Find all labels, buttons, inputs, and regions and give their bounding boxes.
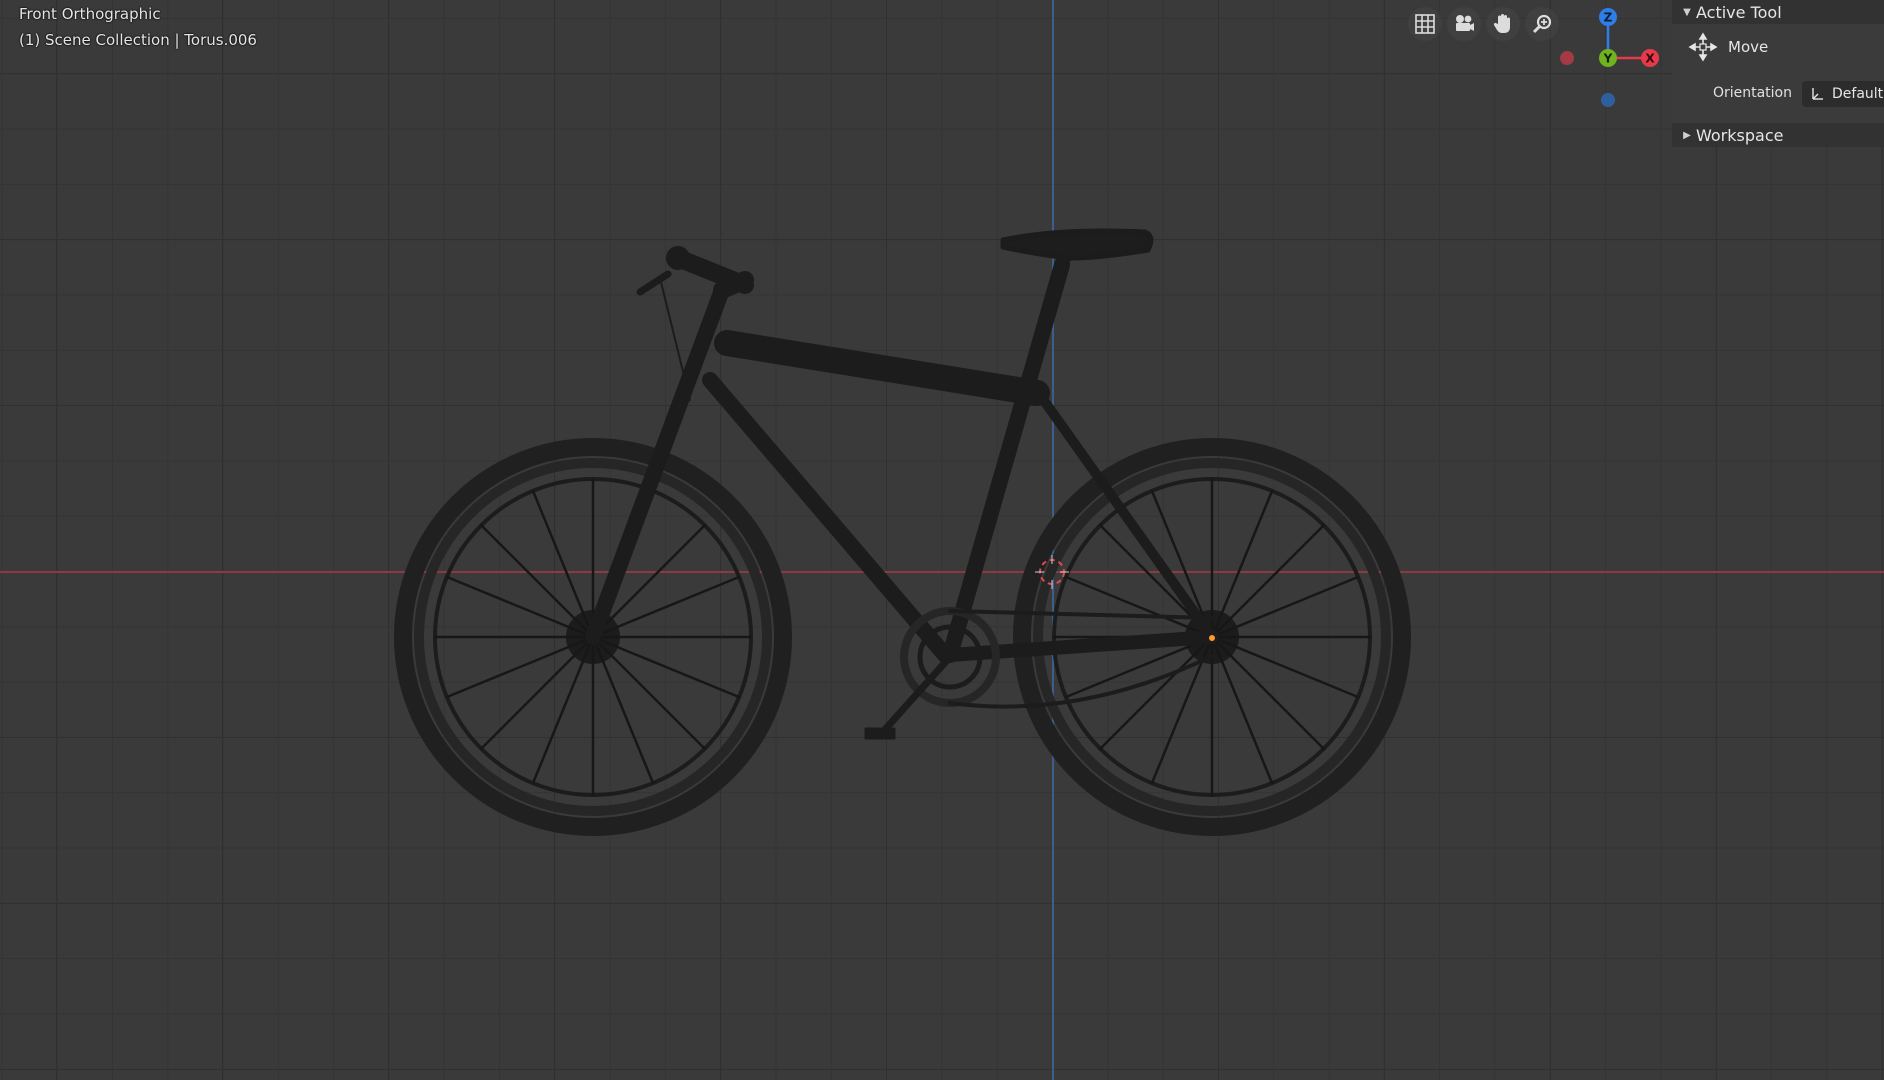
move-tool-item[interactable]: Move	[1688, 32, 1768, 62]
view-name-label: Front Orthographic	[19, 5, 161, 23]
y-axis-label: Y	[1603, 52, 1613, 66]
camera-view-button[interactable]	[1447, 7, 1481, 41]
orientation-dropdown[interactable]: Default	[1802, 81, 1884, 107]
toggle-camera-view-button[interactable]	[1408, 7, 1442, 41]
move-icon	[1688, 32, 1718, 62]
3d-viewport[interactable]: Front Orthographic (1) Scene Collection …	[0, 0, 1884, 1080]
expanded-triangle-icon: ▼	[1683, 6, 1691, 18]
camera-icon	[1456, 15, 1474, 31]
bike-frame	[585, 228, 1219, 663]
grid-icon	[1415, 14, 1435, 34]
workspace-header-label: Workspace	[1696, 125, 1784, 145]
negative-z-axis-handle[interactable]	[1601, 93, 1615, 107]
x-axis-label: X	[1645, 52, 1655, 66]
spokes	[433, 477, 1372, 797]
collapsed-triangle-icon: ▶	[1683, 129, 1691, 141]
negative-x-axis-handle[interactable]	[1560, 51, 1574, 65]
z-axis-label: Z	[1604, 11, 1613, 25]
active-tool-panel-body: Move Orientation Default	[1672, 24, 1884, 123]
orientation-axes-icon	[1812, 88, 1823, 100]
object-origin-dot	[1209, 635, 1215, 641]
tool-settings-panel: ▼ Active Tool Move Orientation Default ▶…	[1672, 0, 1884, 150]
orientation-label: Orientation	[1712, 85, 1792, 101]
active-tool-header-label: Active Tool	[1696, 2, 1782, 22]
orientation-row: Orientation Default	[1672, 80, 1884, 108]
navigation-gizmo[interactable]: Z Y X	[1550, 2, 1670, 122]
active-tool-panel-header[interactable]: ▼ Active Tool	[1672, 0, 1884, 24]
bicycle-model[interactable]	[0, 0, 1884, 1080]
pan-view-button[interactable]	[1486, 7, 1520, 41]
workspace-panel-header[interactable]: ▶ Workspace	[1672, 123, 1884, 147]
move-tool-label: Move	[1728, 38, 1769, 56]
orientation-value: Default	[1832, 86, 1884, 102]
collection-info-label: (1) Scene Collection | Torus.006	[19, 31, 257, 49]
hand-icon	[1493, 14, 1510, 33]
